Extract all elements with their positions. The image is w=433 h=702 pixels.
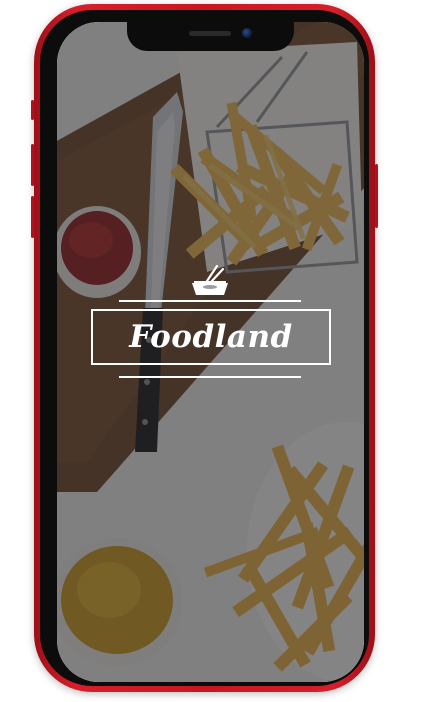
phone-volume-up-button xyxy=(31,144,34,186)
phone-volume-down-button xyxy=(31,196,34,238)
speaker-icon xyxy=(189,31,231,36)
phone-bezel: Foodland xyxy=(40,10,369,686)
app-name: Foodland xyxy=(129,319,293,355)
phone-side-button xyxy=(31,100,34,120)
logo-frame: Foodland xyxy=(91,309,331,365)
chopsticks-bowl-icon xyxy=(192,265,228,295)
phone-notch xyxy=(127,22,294,51)
splash-screen: Foodland xyxy=(57,22,364,682)
phone-mockup: Foodland xyxy=(31,4,378,692)
camera-icon xyxy=(242,28,252,38)
app-logo: Foodland xyxy=(57,22,364,682)
logo-top-rule xyxy=(119,300,301,302)
logo-bottom-rule xyxy=(119,376,301,378)
phone-power-button xyxy=(375,164,378,228)
